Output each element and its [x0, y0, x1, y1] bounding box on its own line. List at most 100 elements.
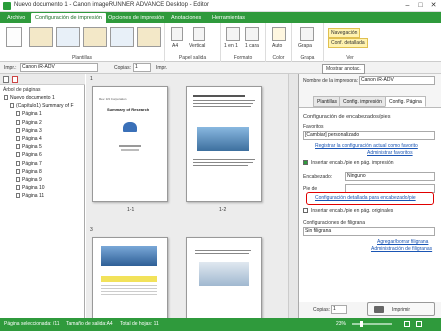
text-line — [193, 100, 255, 101]
section-number: 3 — [90, 227, 93, 233]
view-detail-button[interactable]: Conf. detallada — [328, 38, 368, 48]
tree-root-label: Árbol de páginas — [3, 87, 41, 93]
tree-item-page[interactable]: Página 4 — [16, 135, 42, 143]
color-mode-icon[interactable] — [272, 27, 286, 41]
bottom-copies-input[interactable]: 1 — [331, 305, 347, 314]
tab-herramientas[interactable]: Herramientas — [208, 13, 249, 23]
menu-bar: Archivo Configuración de impresión Opcio… — [0, 12, 441, 23]
tree-item-label: Página 10 — [22, 185, 45, 192]
template-thumb-icon[interactable] — [137, 27, 161, 47]
page-icon — [16, 185, 20, 191]
zoom-slider[interactable] — [352, 323, 392, 325]
page-icon — [16, 168, 20, 174]
close-icon[interactable]: ✕ — [428, 1, 439, 10]
page-thumbnail[interactable] — [186, 86, 262, 202]
watermark-select[interactable]: Sin filigrana — [303, 227, 435, 236]
tree-item-page[interactable]: Página 10 — [16, 184, 45, 192]
view-navigation-button[interactable]: Navegación — [328, 28, 361, 38]
tree-item-chapter[interactable]: (Capítulo1) Summary of F — [10, 102, 74, 110]
template-thumb-icon[interactable] — [110, 27, 134, 47]
tree-item-label: Página 7 — [22, 160, 42, 167]
zoom-thumb[interactable] — [360, 321, 363, 327]
header-checkbox[interactable] — [303, 160, 308, 165]
copies-input[interactable]: 1 — [133, 63, 151, 72]
printer-icon — [374, 306, 384, 313]
layout-icon[interactable] — [226, 27, 240, 41]
page-icon — [16, 127, 20, 133]
tab-archivo[interactable]: Archivo — [3, 13, 29, 23]
detail-settings-link[interactable]: Configuración detallada para encabezado/… — [315, 195, 416, 201]
printer-name-select[interactable]: Canon iR-ADV — [359, 76, 435, 85]
ribbon-group-papel: A4 Vertical Papel salida — [165, 23, 221, 62]
logo-icon — [123, 122, 137, 132]
tree-item-document[interactable]: Nuevo documento 1 — [4, 94, 55, 102]
template-icon[interactable] — [6, 27, 22, 47]
tree-item-page[interactable]: Página 6 — [16, 151, 42, 159]
template-thumb-icon[interactable] — [29, 27, 53, 47]
tree-item-label: Página 9 — [22, 177, 42, 183]
tree-item-page[interactable]: Página 1 — [16, 110, 42, 118]
admin-watermark-link[interactable]: Administración de filigranas — [371, 246, 432, 252]
tree-item-page[interactable]: Página 8 — [16, 168, 42, 176]
tab-config-impresion[interactable]: Config. impresión — [339, 96, 386, 107]
text-line — [193, 106, 251, 107]
admin-favorites-link[interactable]: Administrar favoritos — [367, 150, 413, 156]
page-icon — [16, 111, 20, 117]
group-label-papel: Papel salida — [178, 55, 207, 61]
group-label-formato: Formato — [233, 55, 253, 61]
text-line — [121, 149, 139, 151]
page-thumbnail[interactable] — [186, 237, 262, 318]
add-watermark-link[interactable]: Agregar/borrar filigrana — [377, 239, 428, 245]
paper-size-icon[interactable] — [171, 27, 183, 41]
fit-page-icon[interactable] — [404, 321, 410, 327]
tab-anotaciones[interactable]: Anotaciones — [167, 13, 205, 23]
tree-item-page[interactable]: Página 2 — [16, 119, 42, 127]
tree-item-label: Página 4 — [22, 136, 42, 142]
template-thumb-icon[interactable] — [56, 27, 80, 47]
page-icon — [4, 95, 8, 100]
insert-original-checkbox[interactable] — [303, 208, 308, 213]
printer-select[interactable]: Canon iR-ADV — [20, 63, 98, 72]
print-button-large[interactable]: Imprimir — [367, 302, 435, 316]
page-thumbnail[interactable] — [92, 237, 168, 318]
tab-config-pagina[interactable]: Config. Página — [385, 96, 426, 107]
ribbon-group-grapa: Grapa Grapa — [292, 23, 324, 62]
orientation-icon[interactable] — [193, 27, 205, 41]
tab-opciones-impresion[interactable]: Opciones de impresión — [104, 13, 168, 23]
tree-item-page[interactable]: Página 11 — [16, 192, 44, 200]
favorites-select[interactable]: [Cambiar] personalizado — [303, 131, 435, 140]
group-label-color: Color — [272, 55, 285, 61]
tab-configuracion-impresion[interactable]: Configuración de impresión — [31, 13, 106, 23]
tree-item-page[interactable]: Página 7 — [16, 160, 42, 168]
header-select[interactable]: Ninguno — [345, 172, 435, 181]
vertical-scrollbar[interactable] — [288, 74, 298, 318]
staple-icon[interactable] — [300, 27, 314, 41]
bookmark-tab-icon[interactable] — [12, 76, 18, 83]
toolbar: Impr.: Canon iR-ADV Copias: 1 Impr. Most… — [0, 62, 441, 74]
page-tab-icon[interactable] — [3, 76, 9, 83]
printer-name-label: Nombre de la impresora: — [303, 78, 359, 84]
maximize-icon[interactable]: □ — [415, 1, 426, 10]
template-thumb-icon[interactable] — [83, 27, 107, 47]
page-icon — [16, 193, 20, 199]
page-icon — [16, 119, 20, 125]
duplex-icon[interactable] — [245, 27, 259, 41]
table-rows — [101, 283, 157, 297]
ribbon-group-plantillas: Plantillas — [0, 23, 165, 62]
group-label-plantillas: Plantillas — [71, 55, 92, 61]
show-annotations-button[interactable]: Mostrar anotac. — [322, 64, 365, 74]
ribbon-group-ver: Navegación Conf. detallada Ver — [324, 23, 376, 62]
tree-item-page[interactable]: Página 3 — [16, 127, 42, 135]
minimize-icon[interactable]: – — [402, 1, 413, 10]
register-favorite-link[interactable]: Registrar la configuración actual como f… — [315, 143, 418, 149]
watermark-title: Configuraciones de filigrana — [303, 220, 365, 226]
tree-item-page[interactable]: Página 9 — [16, 176, 42, 184]
print-button[interactable]: Impr. — [156, 65, 167, 71]
text-line — [195, 250, 251, 251]
fit-width-icon[interactable] — [416, 321, 422, 327]
page-thumbnail[interactable]: Rev. 3/4 Corporation Summary of Research — [92, 86, 168, 202]
tab-plantillas[interactable]: Plantillas — [313, 96, 342, 107]
status-output-size: Tamaño de salida:A4 — [66, 321, 113, 327]
tree-item-page[interactable]: Página 5 — [16, 143, 42, 151]
status-selected-page: Página seleccionada: /11 — [4, 321, 60, 327]
